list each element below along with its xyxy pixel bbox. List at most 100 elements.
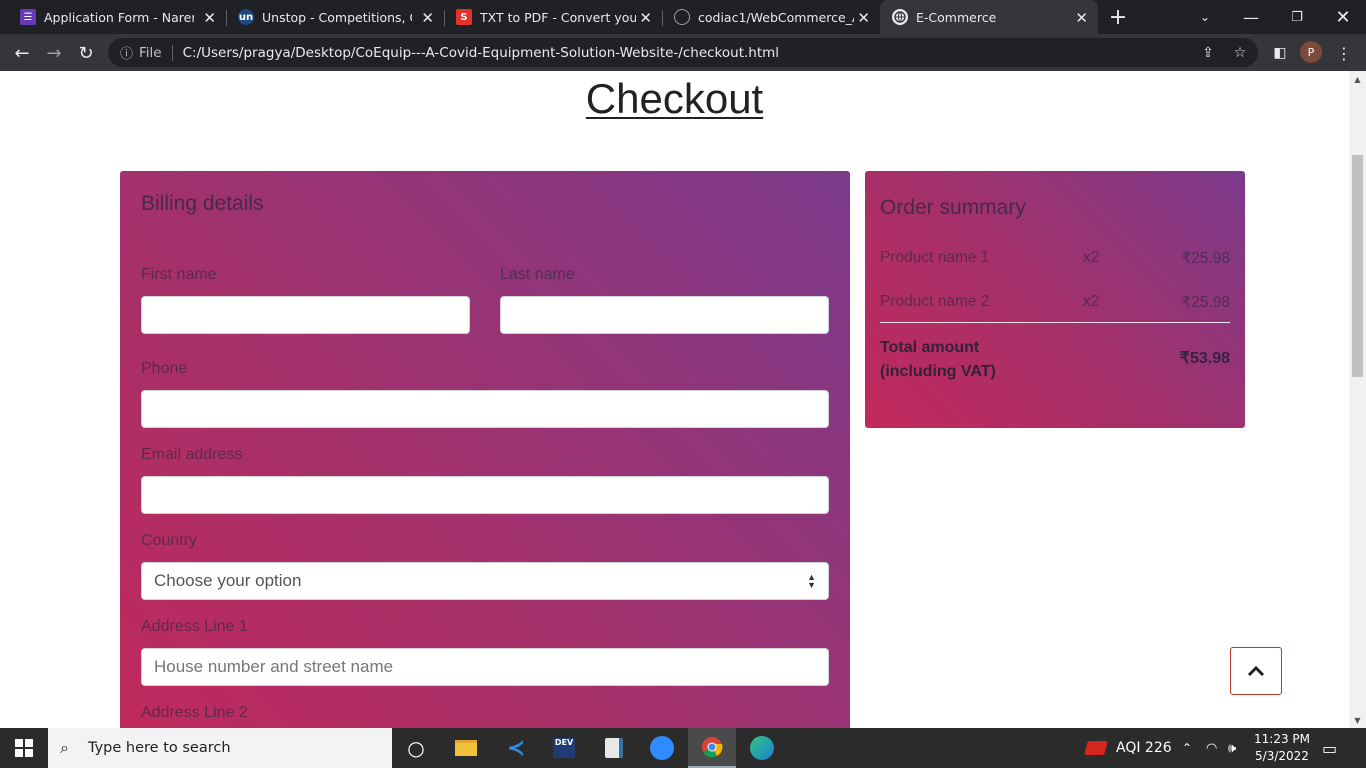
tab-title: E-Commerce (916, 9, 997, 25)
unstop-icon: un (238, 9, 254, 25)
phone-label: Phone (141, 360, 188, 377)
profile-avatar[interactable]: P (1300, 41, 1322, 63)
side-panel-icon[interactable]: ◧ (1268, 41, 1292, 65)
first-name-input[interactable] (141, 296, 470, 334)
globe-icon (892, 9, 908, 25)
email-label: Email address (141, 446, 243, 463)
tab-e-commerce[interactable]: E-Commerce ✕ (880, 0, 1098, 34)
zoom-icon[interactable] (638, 728, 686, 768)
tab-search-icon[interactable]: ⌄ (1182, 0, 1228, 34)
minimize-icon[interactable]: — (1228, 0, 1274, 34)
taskbar-clock[interactable]: 11:23 PM 5/3/2022 (1252, 731, 1312, 765)
summary-item-name: Product name 1 (880, 249, 990, 266)
taskbar-search-placeholder: Type here to search (88, 740, 231, 756)
wifi-icon[interactable]: ◠ (1206, 728, 1217, 768)
window-close-icon[interactable]: ✕ (1320, 0, 1366, 34)
windows-start-button[interactable] (0, 728, 48, 768)
tab-txt-to-pdf[interactable]: S TXT to PDF - Convert your TX ✕ (444, 0, 662, 34)
order-summary-heading: Order summary (880, 196, 1026, 219)
python-icon[interactable] (590, 728, 638, 768)
taskbar-search-box[interactable]: ⌕ Type here to search (48, 728, 392, 768)
summary-item-qty: x2 (1083, 249, 1100, 266)
tab-github[interactable]: codiac1/WebCommerce_A-B ✕ (662, 0, 880, 34)
github-icon (674, 9, 690, 25)
bookmark-star-icon[interactable]: ☆ (1228, 38, 1252, 67)
scroll-down-icon[interactable]: ▼ (1349, 712, 1366, 728)
pdf-icon: S (456, 9, 472, 25)
scrollbar-thumb[interactable] (1352, 155, 1363, 377)
share-icon[interactable]: ⇪ (1196, 38, 1220, 67)
country-label: Country (141, 532, 198, 549)
file-explorer-icon[interactable] (442, 728, 490, 768)
tray-overflow-icon[interactable]: ⌃ (1182, 728, 1192, 768)
back-to-top-button[interactable] (1230, 647, 1282, 695)
scroll-up-icon[interactable]: ▲ (1349, 71, 1366, 87)
address-line-1-placeholder: House number and street name (154, 657, 394, 676)
search-icon: ⌕ (60, 738, 69, 757)
address-line-1-input[interactable]: House number and street name (141, 648, 829, 686)
reload-icon[interactable]: ↻ (74, 41, 98, 65)
back-icon[interactable]: ← (10, 41, 34, 65)
select-arrows-icon: ▲ ▼ (807, 572, 816, 590)
total-amount-value: ₹53.98 (1179, 350, 1230, 367)
tab-application-form[interactable]: ☰ Application Form - Narendra ✕ (0, 0, 226, 34)
taskbar: ⌕ Type here to search ○ ≺ DEV AQI 226 ⌃ … (0, 728, 1366, 768)
tab-unstop[interactable]: un Unstop - Competitions, Quiz ✕ (226, 0, 444, 34)
tab-title: codiac1/WebCommerce_A-B (698, 9, 854, 25)
aqi-widget[interactable]: AQI 226 (1084, 728, 1172, 768)
chrome-logo-icon (702, 737, 723, 758)
billing-heading: Billing details (141, 192, 264, 215)
edge-icon[interactable] (738, 728, 786, 768)
page-viewport: Checkout Billing details First name Last… (0, 71, 1349, 728)
browser-toolbar: ← → ↻ ⓘ File C:/Users/pragya/Desktop/CoE… (0, 34, 1366, 71)
close-icon[interactable]: ✕ (203, 9, 216, 27)
summary-item-price: ₹25.98 (1181, 250, 1230, 267)
tab-title: Unstop - Competitions, Quiz (262, 9, 412, 25)
last-name-input[interactable] (500, 296, 829, 334)
volume-icon[interactable]: 🕪 (1228, 728, 1236, 768)
windows-logo-icon (15, 739, 33, 757)
info-icon[interactable]: ⓘ (120, 43, 133, 62)
address-line-1-label: Address Line 1 (141, 618, 248, 635)
close-icon[interactable]: ✕ (421, 9, 434, 27)
email-input[interactable] (141, 476, 829, 514)
country-select[interactable]: Choose your option ▲ ▼ (141, 562, 829, 600)
country-selected-value: Choose your option (154, 571, 302, 590)
page-title: Checkout (0, 75, 1349, 123)
summary-item: Product name 1 x2 ₹25.98 (880, 249, 1230, 267)
forms-icon: ☰ (20, 9, 36, 25)
aqi-text: AQI 226 (1116, 740, 1172, 756)
close-icon[interactable]: ✕ (639, 9, 652, 27)
close-icon[interactable]: ✕ (857, 9, 870, 27)
first-name-label: First name (141, 266, 217, 283)
devcpp-icon[interactable]: DEV (540, 728, 588, 768)
profile-initial: P (1307, 45, 1315, 59)
task-view-icon[interactable]: ○ (392, 728, 440, 768)
vscode-icon[interactable]: ≺ (492, 728, 540, 768)
summary-item: Product name 2 x2 ₹25.98 (880, 293, 1230, 311)
summary-item-name: Product name 2 (880, 293, 990, 310)
security-label: File (139, 44, 162, 61)
tab-title: Application Form - Narendra (44, 9, 194, 25)
summary-item-qty: x2 (1083, 293, 1100, 310)
new-tab-button[interactable]: + (1096, 0, 1140, 34)
last-name-label: Last name (500, 266, 575, 283)
billing-card: Billing details First name Last name Pho… (120, 171, 850, 728)
clock-time: 11:23 PM (1254, 732, 1310, 746)
close-icon[interactable]: ✕ (1075, 9, 1088, 27)
menu-icon[interactable]: ⋮ (1332, 41, 1356, 65)
notifications-icon[interactable]: ▭ (1322, 728, 1337, 768)
forward-icon[interactable]: → (42, 41, 66, 65)
chrome-icon[interactable] (688, 728, 736, 768)
address-bar[interactable]: ⓘ File C:/Users/pragya/Desktop/CoEquip--… (108, 38, 1258, 67)
url-text[interactable]: C:/Users/pragya/Desktop/CoEquip---A-Covi… (183, 45, 779, 61)
page-scrollbar[interactable]: ▲ ▼ (1349, 71, 1366, 728)
total-amount-label: Total amount (including VAT) (880, 339, 996, 380)
phone-input[interactable] (141, 390, 829, 428)
order-summary-card: Order summary Product name 1 x2 ₹25.98 P… (865, 171, 1245, 428)
weather-icon (1084, 741, 1108, 755)
tab-title: TXT to PDF - Convert your TX (480, 9, 636, 25)
address-line-2-label: Address Line 2 (141, 704, 248, 721)
restore-icon[interactable]: ❐ (1274, 0, 1320, 34)
page-title-text: Checkout (585, 75, 764, 122)
